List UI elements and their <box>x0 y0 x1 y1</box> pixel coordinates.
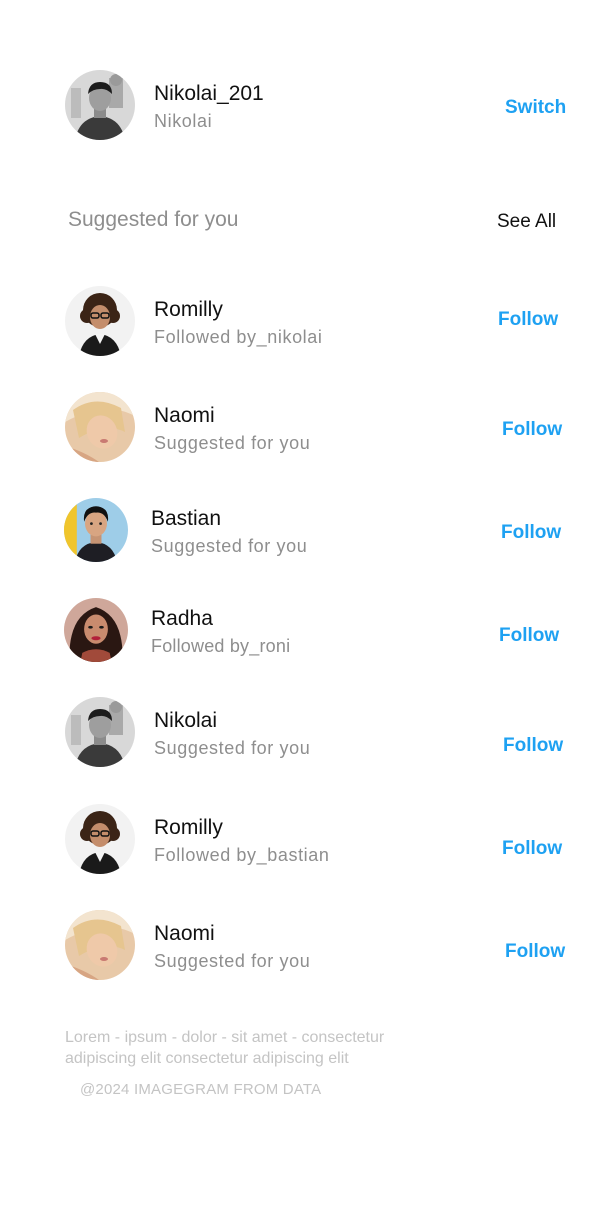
avatar-blonde-woman-icon[interactable] <box>65 392 135 462</box>
suggestion-name: Nikolai <box>154 709 218 732</box>
see-all-button[interactable]: See All <box>497 211 556 233</box>
suggestion-subtitle: Followed by_nikolai <box>154 327 323 347</box>
avatar-dark-hair-woman-icon[interactable] <box>64 598 128 662</box>
avatar-curly-woman-icon[interactable] <box>65 804 135 874</box>
follow-button[interactable]: Follow <box>503 735 563 757</box>
suggestion-subtitle: Suggested for you <box>154 433 311 453</box>
follow-button[interactable]: Follow <box>502 838 562 860</box>
avatar-blonde-woman-icon[interactable] <box>65 910 135 980</box>
suggestion-name: Romilly <box>154 816 223 839</box>
suggestion-subtitle: Followed by_bastian <box>154 845 330 865</box>
copyright: @2024 IMAGEGRAM FROM DATA <box>80 1081 322 1098</box>
current-username: Nikolai_201 <box>154 82 264 105</box>
follow-button[interactable]: Follow <box>501 522 561 544</box>
follow-button[interactable]: Follow <box>502 419 562 441</box>
suggestion-subtitle: Followed by_roni <box>151 636 291 656</box>
suggestion-subtitle: Suggested for you <box>151 536 308 556</box>
suggestion-subtitle: Suggested for you <box>154 738 311 758</box>
suggestion-subtitle: Suggested for you <box>154 951 311 971</box>
follow-button[interactable]: Follow <box>499 625 559 647</box>
avatar-bw-man-icon[interactable] <box>65 70 135 140</box>
avatar-curly-woman-icon[interactable] <box>65 286 135 356</box>
avatar-dark-hair-man-icon[interactable] <box>64 498 128 562</box>
suggestion-name: Romilly <box>154 298 223 321</box>
follow-button[interactable]: Follow <box>498 309 558 331</box>
suggestions-title: Suggested for you <box>68 208 239 231</box>
suggestion-name: Naomi <box>154 922 215 945</box>
avatar-bw-man-icon[interactable] <box>65 697 135 767</box>
footer-links[interactable]: Lorem - ipsum - dolor - sit amet - conse… <box>65 1027 445 1069</box>
switch-account-button[interactable]: Switch <box>505 97 566 119</box>
suggestion-name: Radha <box>151 607 213 630</box>
suggestion-name: Naomi <box>154 404 215 427</box>
current-display-name: Nikolai <box>154 111 213 131</box>
follow-button[interactable]: Follow <box>505 941 565 963</box>
suggestion-name: Bastian <box>151 507 222 530</box>
